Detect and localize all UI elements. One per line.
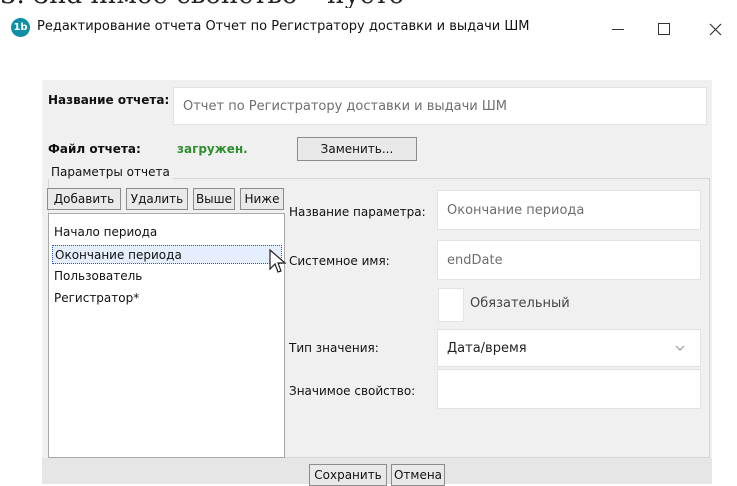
value-type-selected: Дата/время bbox=[447, 340, 527, 356]
minimize-icon bbox=[612, 28, 624, 30]
chevron-down-icon bbox=[675, 345, 685, 351]
move-down-button[interactable]: Ниже bbox=[240, 188, 284, 210]
app-logo-icon: 1b bbox=[11, 18, 30, 37]
required-checkbox[interactable] bbox=[438, 288, 464, 322]
param-name-label: Название параметра: bbox=[289, 205, 426, 219]
significant-property-label: Значимое свойство: bbox=[289, 384, 416, 398]
value-type-label: Тип значения: bbox=[289, 341, 379, 355]
close-icon bbox=[709, 23, 721, 35]
parameters-group-title: Параметры отчета bbox=[48, 165, 173, 179]
save-button[interactable]: Сохранить bbox=[309, 464, 387, 486]
report-name-label: Название отчета: bbox=[48, 93, 170, 107]
close-button[interactable] bbox=[695, 14, 735, 44]
cancel-button[interactable]: Отмена bbox=[391, 464, 445, 486]
window-title: Редактирование отчета Отчет по Регистрат… bbox=[37, 19, 530, 34]
system-name-label: Системное имя: bbox=[289, 254, 390, 268]
required-checkbox-label: Обязательный bbox=[470, 296, 570, 311]
list-item-user[interactable]: Пользователь bbox=[52, 267, 144, 284]
maximize-button[interactable] bbox=[644, 14, 684, 44]
list-item-period-end[interactable]: Окончание периода bbox=[52, 245, 282, 264]
system-name-input[interactable]: endDate bbox=[437, 240, 701, 280]
add-parameter-button[interactable]: Добавить bbox=[47, 188, 121, 210]
parameters-list[interactable]: Начало периода Окончание периода Пользов… bbox=[48, 213, 285, 458]
delete-parameter-button[interactable]: Удалить bbox=[126, 188, 188, 210]
move-up-button[interactable]: Выше bbox=[193, 188, 235, 210]
mouse-cursor-icon bbox=[269, 248, 287, 273]
list-item-registrar[interactable]: Регистратор* bbox=[52, 289, 141, 306]
value-type-select[interactable]: Дата/время bbox=[437, 329, 701, 367]
significant-property-input[interactable] bbox=[437, 369, 701, 409]
list-item-period-start[interactable]: Начало периода bbox=[52, 223, 159, 240]
replace-file-button[interactable]: Заменить... bbox=[297, 137, 417, 161]
param-name-input[interactable]: Окончание периода bbox=[437, 190, 701, 230]
file-status-text: загружен. bbox=[177, 142, 248, 156]
report-name-input[interactable]: Отчет по Регистратору доставки и выдачи … bbox=[173, 87, 707, 125]
minimize-button[interactable] bbox=[598, 14, 638, 44]
maximize-icon bbox=[658, 23, 670, 35]
report-file-label: Файл отчета: bbox=[48, 142, 141, 156]
report-edit-dialog: 1b Редактирование отчета Отчет по Регист… bbox=[0, 0, 737, 486]
